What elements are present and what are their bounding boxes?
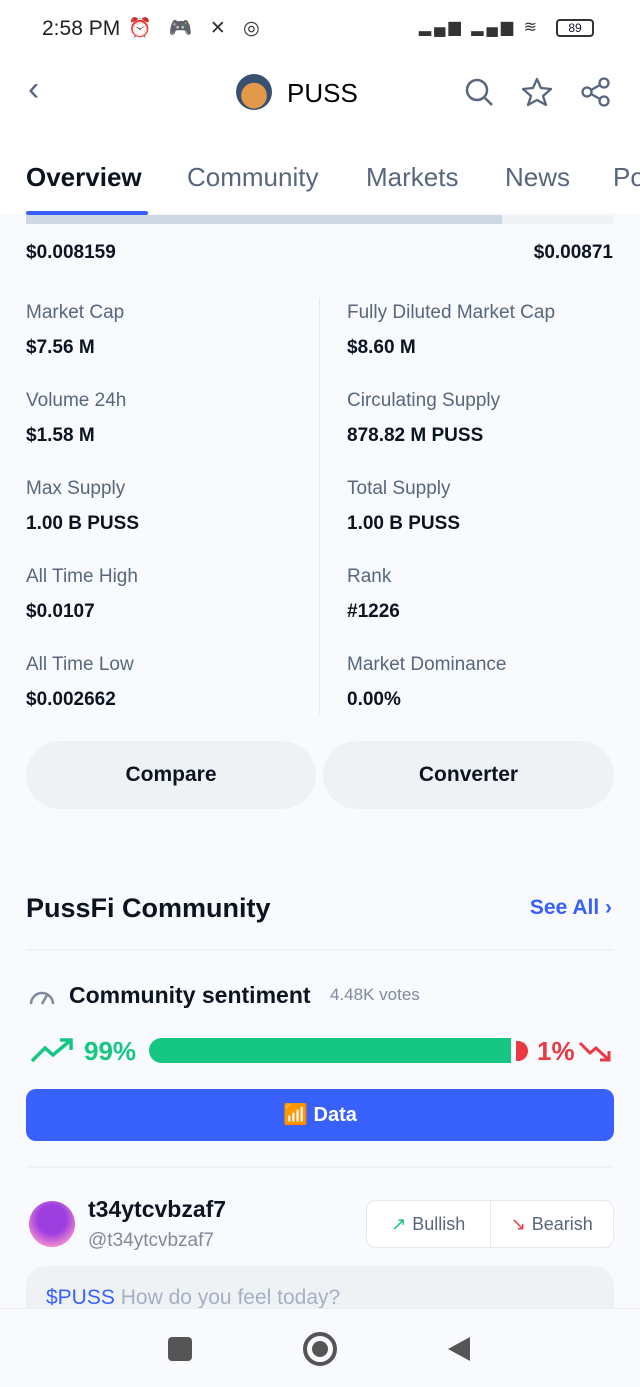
- converter-button[interactable]: Converter: [323, 741, 614, 809]
- range-high: $0.00871: [533, 242, 613, 263]
- see-all-label: See All: [529, 896, 600, 919]
- signal-icons: ▂▄▆ ▂▄▆ ≋: [418, 19, 540, 36]
- bearish-button[interactable]: ↘ Bearish: [489, 1201, 614, 1247]
- stats-divider: [319, 298, 320, 714]
- stat-label: Market Cap: [26, 302, 125, 323]
- stat-value: $8.60 M: [347, 337, 416, 358]
- bullish-button[interactable]: ↗ Bullish: [367, 1201, 490, 1247]
- chart-icon: 📶: [283, 1104, 308, 1126]
- user-handle: @t34ytcvbzaf7: [88, 1230, 214, 1251]
- home-button[interactable]: [303, 1332, 337, 1366]
- divider: [26, 1166, 614, 1168]
- vote-toggle: ↗ Bullish ↘ Bearish: [366, 1200, 614, 1248]
- coin-logo: [236, 74, 272, 110]
- bullish-percent: 99%: [84, 1036, 137, 1066]
- recents-button[interactable]: [168, 1337, 192, 1361]
- back-nav-button[interactable]: [446, 1335, 472, 1363]
- stat-value: 878.82 M PUSS: [347, 425, 484, 446]
- star-icon[interactable]: [521, 76, 553, 108]
- trend-down-icon: [578, 1041, 611, 1062]
- stat-label: All Time High: [26, 566, 138, 587]
- stat-label: Total Supply: [347, 478, 451, 499]
- stat-label: Market Dominance: [347, 654, 507, 675]
- back-icon[interactable]: ‹: [28, 70, 39, 109]
- tab-overview[interactable]: Overview: [26, 162, 142, 193]
- bearish-label: Bearish: [531, 1213, 593, 1234]
- compare-button[interactable]: Compare: [26, 741, 316, 809]
- status-bar: 2:58 PM ⏰ 🎮 ✕ ◎ ▂▄▆ ▂▄▆ ≋ 89: [0, 0, 640, 58]
- page-title: PUSS: [287, 78, 358, 108]
- stat-label: Rank: [347, 566, 392, 587]
- tab-news[interactable]: News: [505, 162, 570, 193]
- status-time: 2:58 PM: [42, 17, 121, 40]
- stat-label: Max Supply: [26, 478, 126, 499]
- search-icon[interactable]: [464, 77, 494, 107]
- data-button[interactable]: 📶 Data: [26, 1089, 614, 1141]
- stat-label: All Time Low: [26, 654, 134, 675]
- trend-up-icon: [30, 1038, 73, 1063]
- stat-value: $0.002662: [26, 689, 116, 710]
- post-placeholder: How do you feel today?: [120, 1286, 341, 1309]
- see-all-link[interactable]: See All ›: [530, 896, 612, 920]
- community-title: PussFi Community: [26, 893, 271, 923]
- stat-value: $0.0107: [26, 601, 95, 622]
- sentiment-title: Community sentiment: [69, 982, 311, 1008]
- stat-value: $7.56 M: [26, 337, 95, 358]
- stat-value: 1.00 B PUSS: [26, 513, 139, 534]
- bullish-bar: [149, 1038, 511, 1063]
- avatar[interactable]: [29, 1201, 75, 1247]
- android-nav-bar: [0, 1308, 640, 1387]
- stat-value: #1226: [347, 601, 400, 622]
- bearish-percent: 1%: [537, 1036, 575, 1066]
- stat-label: Circulating Supply: [347, 390, 501, 411]
- notification-icons: ⏰ 🎮 ✕ ◎: [128, 18, 266, 39]
- ticker-tag: $PUSS: [46, 1286, 115, 1309]
- stat-label: Fully Diluted Market Cap: [347, 302, 556, 323]
- gauge-icon: [29, 991, 55, 1005]
- battery-icon: 89: [556, 19, 594, 37]
- share-icon[interactable]: [580, 76, 612, 108]
- stat-value: 0.00%: [347, 689, 401, 710]
- tab-community[interactable]: Community: [187, 162, 318, 193]
- range-low: $0.008159: [26, 242, 116, 263]
- bearish-bar: [516, 1041, 528, 1061]
- data-label: Data: [313, 1104, 357, 1126]
- username: t34ytcvbzaf7: [88, 1196, 227, 1222]
- divider: [26, 949, 614, 951]
- tab-markets[interactable]: Markets: [366, 162, 458, 193]
- trend-down-icon: ↘: [510, 1213, 526, 1234]
- stat-label: Volume 24h: [26, 390, 127, 411]
- stat-value: $1.58 M: [26, 425, 95, 446]
- bullish-label: Bullish: [412, 1213, 466, 1234]
- trend-up-icon: ↗: [391, 1213, 407, 1234]
- price-range-fill: [26, 215, 503, 224]
- tab-portfolio[interactable]: Po: [613, 162, 640, 193]
- stat-value: 1.00 B PUSS: [347, 513, 460, 534]
- vote-count: 4.48K votes: [330, 985, 420, 1004]
